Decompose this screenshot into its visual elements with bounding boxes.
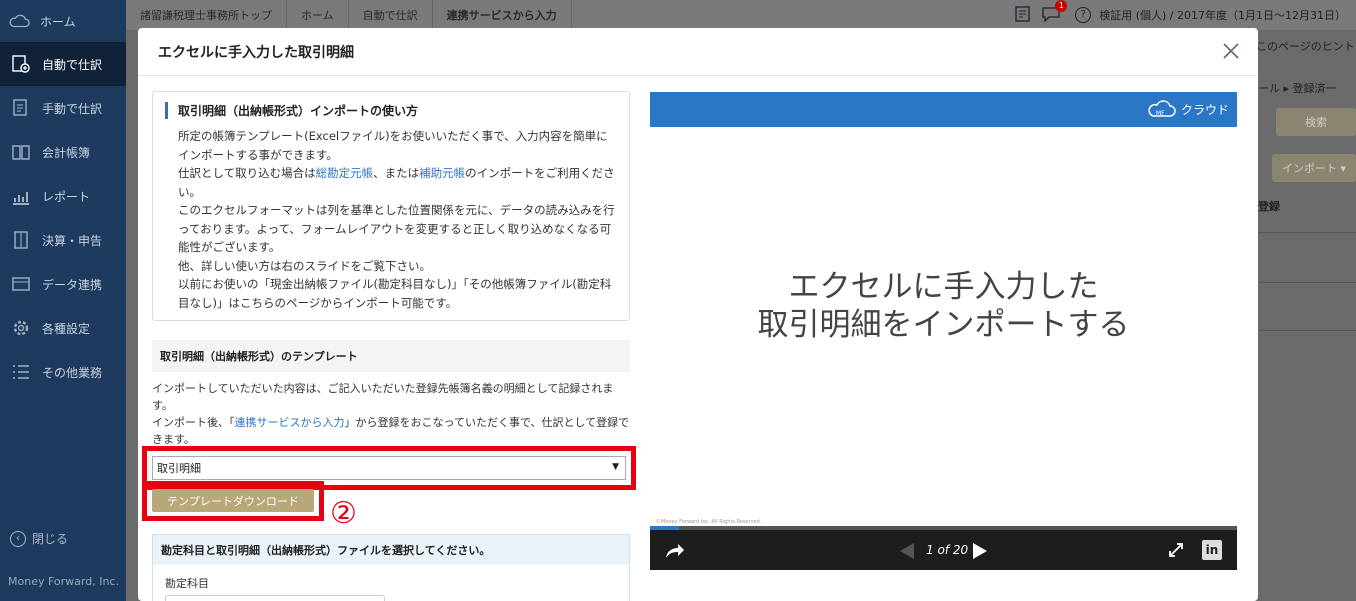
- howto-panel: 取引明細（出納帳形式）インポートの使い方 所定の帳簿テンプレート(Excelファ…: [152, 91, 630, 321]
- data-link-icon: [10, 273, 32, 295]
- previous-slide-icon[interactable]: [898, 542, 916, 564]
- slide-title-line: 取引明細をインポートする: [757, 307, 1130, 343]
- breadcrumb-auto-journal[interactable]: 自動で仕訳: [349, 0, 433, 30]
- ledger-book-icon: [10, 141, 32, 163]
- help-icon[interactable]: ?: [1075, 7, 1092, 23]
- sub-ledger-link[interactable]: 補助元帳: [419, 166, 465, 180]
- fullscreen-icon[interactable]: [1168, 542, 1184, 562]
- account-label: 勘定科目: [165, 577, 209, 590]
- slide-title: エクセルに手入力した 取引明細をインポートする: [650, 268, 1237, 344]
- sidebar-item-label: 手動で仕訳: [42, 101, 103, 116]
- account-select[interactable]: [165, 595, 385, 601]
- howto-title: 取引明細（出納帳形式）インポートの使い方: [165, 102, 617, 119]
- breadcrumb-current: 連携サービスから入力: [433, 0, 572, 30]
- slide-logo-text: クラウド: [1180, 102, 1229, 117]
- breadcrumb-office[interactable]: 諸留謙税理士事務所トップ: [126, 0, 287, 30]
- template-select-value: 取引明細: [157, 462, 201, 475]
- template-desc-line: インポート後、「連携サービスから入力」から登録をおこなっていただく事で、仕訳とし…: [152, 414, 632, 448]
- linked-service-link[interactable]: 連携サービスから入力: [235, 416, 345, 429]
- mf-cloud-icon: MF: [1148, 100, 1176, 117]
- list-icon: [10, 361, 32, 383]
- divider: [1258, 282, 1356, 283]
- sidebar: ホーム 自動で仕訳 手動で仕訳 会計帳簿 レポート 決算・申告 データ連携 各種…: [0, 0, 126, 601]
- sidebar-item-label: レポート: [42, 189, 91, 204]
- howto-body: 所定の帳簿テンプレート(Excelファイル)をお使いいただく事で、入力内容を簡単…: [165, 127, 617, 312]
- sidebar-item-auto-journal[interactable]: 自動で仕訳: [0, 42, 126, 86]
- sidebar-item-settlement[interactable]: 決算・申告: [0, 218, 126, 262]
- import-modal: エクセルに手入力した取引明細 取引明細（出納帳形式）インポートの使い方 所定の帳…: [138, 28, 1258, 601]
- slide-controls: 1 of 20 in: [650, 530, 1237, 570]
- sidebar-item-label: 決算・申告: [42, 233, 103, 248]
- template-download-button[interactable]: テンプレートダウンロード: [152, 489, 314, 512]
- next-slide-icon[interactable]: [971, 542, 989, 564]
- howto-text: 仕訳として取り込む場合は: [178, 166, 316, 180]
- manual-journal-icon: [10, 97, 32, 119]
- import-dropdown-button: インポート ▾: [1272, 154, 1356, 182]
- sidebar-item-label: 自動で仕訳: [42, 57, 103, 72]
- howto-paragraph: 仕訳として取り込む場合は総勘定元帳、または補助元帳のインポートをご利用ください。: [178, 164, 617, 201]
- modal-title: エクセルに手入力した取引明細: [158, 44, 354, 61]
- slide-page-counter: 1 of 20: [926, 543, 969, 557]
- divider: [1258, 330, 1356, 331]
- template-desc-text: インポート後、「: [152, 416, 235, 429]
- auto-journal-icon: [10, 53, 32, 75]
- template-heading: 取引明細（出納帳形式）のテンプレート: [152, 340, 630, 372]
- template-select[interactable]: 取引明細 ▼: [152, 456, 626, 480]
- sidebar-item-manual-journal[interactable]: 手動で仕訳: [0, 86, 126, 130]
- file-select-section: 勘定科目と取引明細（出納帳形式）ファイルを選択してください。 勘定科目: [152, 534, 630, 601]
- sidebar-item-label: データ連携: [42, 277, 103, 292]
- sidebar-item-label: 会計帳簿: [42, 145, 91, 160]
- page-hint-link: このページのヒント: [1256, 40, 1355, 53]
- settlement-icon: [10, 229, 32, 251]
- sidebar-item-settings[interactable]: 各種設定: [0, 306, 126, 350]
- table-header-register: 登録: [1258, 200, 1280, 213]
- annotation-two: ②: [330, 496, 357, 531]
- slide-header-bar: MF クラウド: [650, 92, 1237, 127]
- howto-text: 、または: [373, 166, 420, 180]
- file-select-heading: 勘定科目と取引明細（出納帳形式）ファイルを選択してください。: [153, 535, 629, 565]
- howto-paragraph: このエクセルフォーマットは列を基準とした位置関係を元に、データの読み込みを行って…: [178, 203, 615, 254]
- mf-cloud-icon: [8, 10, 30, 32]
- report-chart-icon: [10, 185, 32, 207]
- close-icon[interactable]: [1222, 42, 1240, 64]
- slide-copyright: ©Money Forward Inc. All Rights Reserved.: [656, 519, 762, 525]
- sidebar-item-report[interactable]: レポート: [0, 174, 126, 218]
- chevron-left-circle-icon: ‹: [10, 530, 26, 547]
- sidebar-close-label: 閉じる: [32, 532, 69, 546]
- sidebar-item-data-link[interactable]: データ連携: [0, 262, 126, 306]
- dropdown-arrow-icon: ▼: [612, 462, 619, 472]
- svg-text:MF: MF: [1156, 110, 1165, 117]
- breadcrumb-home[interactable]: ホーム: [287, 0, 349, 30]
- slide-viewer: MF クラウド エクセルに手入力した 取引明細をインポートする ©Money F…: [650, 92, 1237, 570]
- gear-icon: [10, 317, 32, 339]
- howto-paragraph: 所定の帳簿テンプレート(Excelファイル)をお使いいただく事で、入力内容を簡単…: [178, 129, 608, 162]
- slide-title-line: エクセルに手入力した: [788, 269, 1099, 305]
- edit-icon[interactable]: [1015, 5, 1033, 25]
- howto-paragraph: 以前にお使いの「現金出納帳ファイル(勘定科目なし)」「その他帳簿ファイル(勘定科…: [178, 277, 612, 310]
- sidebar-close-button[interactable]: ‹ 閉じる: [10, 530, 68, 547]
- divider: [1258, 232, 1356, 233]
- howto-paragraph: 他、詳しい使い方は右のスライドをご覧下さい。: [178, 258, 431, 273]
- sidebar-item-label: その他業務: [42, 365, 103, 380]
- sidebar-item-other[interactable]: その他業務: [0, 350, 126, 394]
- background-links: ール ▸ 登録済一: [1258, 82, 1337, 95]
- user-info[interactable]: 検証用 (個人) / 2017年度（1月1日〜12月31日）: [1099, 7, 1346, 23]
- modal-header: エクセルに手入力した取引明細: [138, 28, 1258, 76]
- template-desc-line: インポートしていただいた内容は、ご記入いただいた登録先帳簿名義の明細として記録さ…: [152, 382, 614, 412]
- sidebar-home-label: ホーム: [40, 14, 76, 29]
- notification-badge: 1: [1055, 0, 1068, 12]
- sidebar-home[interactable]: ホーム: [0, 0, 126, 42]
- footer-company: Money Forward, Inc.: [8, 575, 119, 588]
- sidebar-item-ledger[interactable]: 会計帳簿: [0, 130, 126, 174]
- slide-logo: MF クラウド: [1147, 100, 1229, 118]
- notification-button[interactable]: 1: [1041, 0, 1068, 25]
- template-description: インポートしていただいた内容は、ご記入いただいた登録先帳簿名義の明細として記録さ…: [152, 380, 632, 448]
- linkedin-icon[interactable]: in: [1202, 540, 1222, 560]
- general-ledger-link[interactable]: 総勘定元帳: [316, 166, 374, 180]
- sidebar-item-label: 各種設定: [42, 321, 91, 336]
- top-breadcrumb-bar: 諸留謙税理士事務所トップ ホーム 自動で仕訳 連携サービスから入力 1 ? 検証…: [126, 0, 1356, 30]
- share-icon[interactable]: [664, 540, 686, 564]
- search-button: 検索: [1276, 108, 1356, 136]
